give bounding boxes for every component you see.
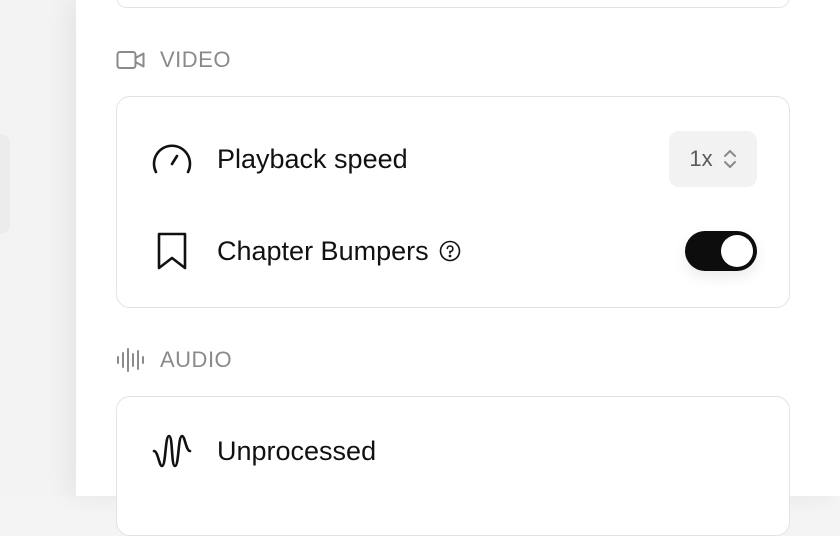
- speedometer-icon: [151, 138, 193, 180]
- settings-panel: VIDEO Playback speed 1x Chapter Bumpers …: [76, 0, 840, 536]
- chevron-up-down-icon: [723, 149, 737, 169]
- video-camera-icon: [116, 48, 146, 72]
- unprocessed-row[interactable]: Unprocessed: [151, 423, 757, 479]
- audio-waveform-icon: [116, 348, 146, 372]
- video-section-title: VIDEO: [160, 47, 231, 72]
- unprocessed-label: Unprocessed: [217, 435, 377, 466]
- previous-section-card: [116, 0, 790, 8]
- video-settings-card: Playback speed 1x Chapter Bumpers: [116, 96, 790, 308]
- playback-speed-row: Playback speed 1x: [151, 131, 757, 187]
- chapter-bumpers-row: Chapter Bumpers: [151, 223, 757, 279]
- chapter-bumpers-label: Chapter Bumpers: [217, 235, 429, 266]
- bookmark-icon: [151, 230, 193, 272]
- toggle-knob: [721, 235, 753, 267]
- left-pane-tab[interactable]: [0, 134, 10, 234]
- wave-icon: [151, 430, 193, 472]
- audio-section-title: AUDIO: [160, 347, 233, 372]
- help-circle-icon[interactable]: [439, 240, 461, 262]
- left-pane: [0, 0, 76, 496]
- audio-settings-card: Unprocessed: [116, 396, 790, 536]
- playback-speed-label: Playback speed: [217, 143, 408, 174]
- playback-speed-select[interactable]: 1x: [669, 131, 757, 187]
- playback-speed-value: 1x: [689, 146, 713, 171]
- chapter-bumpers-toggle[interactable]: [685, 231, 757, 271]
- video-section-header: VIDEO: [116, 46, 231, 74]
- audio-section-header: AUDIO: [116, 346, 232, 374]
